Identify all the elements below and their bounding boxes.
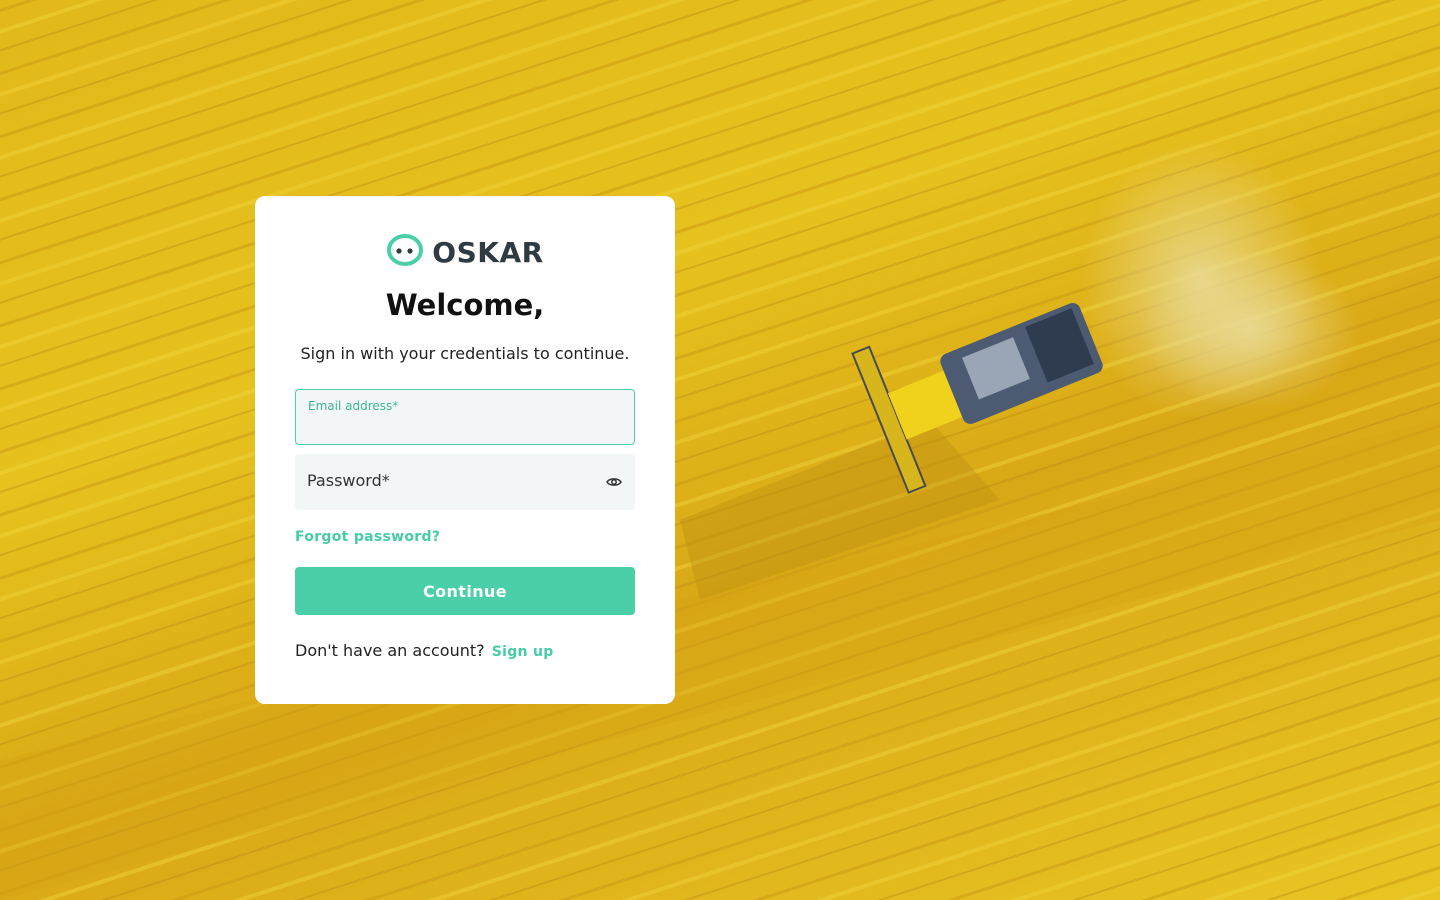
email-input[interactable]: [308, 416, 608, 438]
password-field[interactable]: Password*: [295, 454, 635, 510]
login-card: OSKAR Welcome, Sign in with your credent…: [255, 196, 675, 704]
background-image: [0, 0, 1440, 900]
email-field[interactable]: Email address*: [295, 389, 635, 445]
oskar-face-logo-icon: [386, 233, 424, 271]
signup-row: Don't have an account? Sign up: [295, 641, 554, 660]
no-account-text: Don't have an account?: [295, 641, 485, 660]
email-field-label: Email address*: [308, 399, 399, 413]
forgot-password-link[interactable]: Forgot password?: [295, 529, 440, 545]
eye-icon: [606, 473, 622, 492]
page-subtitle: Sign in with your credentials to continu…: [300, 344, 630, 363]
sign-up-link[interactable]: Sign up: [492, 644, 554, 660]
brand-logo: OSKAR: [255, 234, 675, 270]
brand-name: OSKAR: [432, 235, 544, 269]
continue-button[interactable]: Continue: [295, 567, 635, 615]
page-title: Welcome,: [385, 288, 545, 322]
show-password-button[interactable]: [603, 472, 625, 492]
field-illustration: [0, 0, 1440, 900]
password-field-label: Password*: [307, 471, 390, 490]
